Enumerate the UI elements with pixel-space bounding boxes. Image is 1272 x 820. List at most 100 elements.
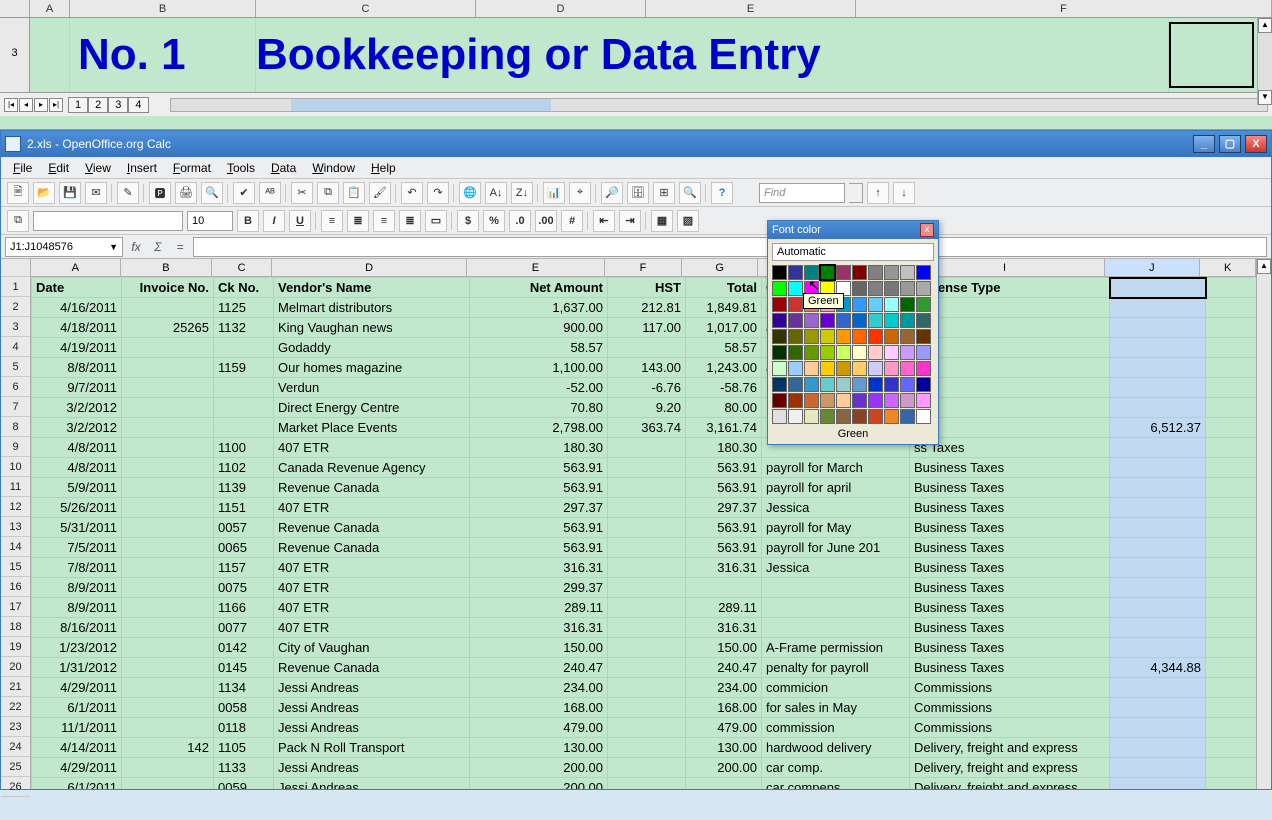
row-header[interactable]: 18 [1, 617, 30, 637]
color-swatch[interactable] [916, 409, 931, 424]
cell[interactable]: payroll for March [762, 458, 910, 478]
cell[interactable]: 0145 [214, 658, 274, 678]
cell[interactable] [1110, 518, 1206, 538]
cell[interactable] [1206, 558, 1257, 578]
cell[interactable] [1110, 678, 1206, 698]
cell[interactable]: 0142 [214, 638, 274, 658]
menu-help[interactable]: Help [363, 159, 404, 177]
chart-icon[interactable]: 📊 [543, 182, 565, 204]
row-header[interactable]: 8 [1, 417, 30, 437]
cell[interactable] [1206, 458, 1257, 478]
color-swatch[interactable] [788, 265, 803, 280]
cell[interactable]: 1166 [214, 598, 274, 618]
cell[interactable] [1206, 618, 1257, 638]
color-swatch[interactable] [900, 313, 915, 328]
email-icon[interactable]: ✉ [85, 182, 107, 204]
cell[interactable]: 58.57 [470, 338, 608, 358]
color-swatch[interactable] [868, 393, 883, 408]
cell[interactable] [608, 698, 686, 718]
cell[interactable] [1206, 718, 1257, 738]
zoom-icon[interactable]: 🔍 [679, 182, 701, 204]
cell[interactable] [1206, 658, 1257, 678]
save-icon[interactable]: 💾 [59, 182, 81, 204]
col-header-B[interactable]: B [121, 259, 213, 276]
cell[interactable] [608, 778, 686, 790]
find-prev-icon[interactable]: ↑ [867, 182, 889, 204]
cell[interactable]: 150.00 [686, 638, 762, 658]
color-swatch[interactable] [772, 265, 787, 280]
color-swatch[interactable] [916, 329, 931, 344]
cell[interactable] [122, 418, 214, 438]
cell[interactable] [122, 598, 214, 618]
cell[interactable]: 316.31 [470, 558, 608, 578]
nav-prev-icon[interactable]: ◂ [19, 98, 33, 112]
cell[interactable]: 3,161.74 [686, 418, 762, 438]
cell[interactable] [1110, 298, 1206, 318]
cell[interactable]: Revenue Canada [274, 658, 470, 678]
find-input[interactable]: Find [759, 183, 845, 203]
cell[interactable] [1110, 358, 1206, 378]
format-paint-icon[interactable]: 🖌 [369, 182, 391, 204]
font-size-select[interactable]: 10 [187, 211, 233, 231]
cell[interactable]: ng [910, 398, 1110, 418]
cell[interactable] [608, 518, 686, 538]
cell[interactable]: 1102 [214, 458, 274, 478]
color-swatch[interactable] [852, 361, 867, 376]
cell[interactable]: 143.00 [608, 358, 686, 378]
color-swatch[interactable] [804, 409, 819, 424]
help-icon[interactable]: ? [711, 182, 733, 204]
color-swatch[interactable] [916, 281, 931, 296]
cell[interactable] [122, 498, 214, 518]
cell[interactable] [608, 478, 686, 498]
col-header[interactable]: C [256, 0, 476, 17]
cell[interactable]: ss Taxes [910, 438, 1110, 458]
color-swatch[interactable] [772, 329, 787, 344]
color-swatch[interactable] [788, 377, 803, 392]
percent-icon[interactable]: % [483, 210, 505, 232]
cell[interactable]: 1125 [214, 298, 274, 318]
sheet-tab[interactable]: 2 [88, 97, 108, 113]
nav-first-icon[interactable]: |◂ [4, 98, 18, 112]
cell[interactable]: King Vaughan news [274, 318, 470, 338]
cell[interactable]: 117.00 [608, 318, 686, 338]
color-swatch[interactable] [868, 297, 883, 312]
header-cell[interactable]: HST [608, 278, 686, 298]
minimize-button[interactable]: _ [1193, 135, 1215, 153]
cell[interactable]: Business Taxes [910, 618, 1110, 638]
cell[interactable] [122, 698, 214, 718]
cell[interactable] [608, 338, 686, 358]
cell[interactable]: Pack N Roll Transport [274, 738, 470, 758]
maximize-button[interactable]: ▢ [1219, 135, 1241, 153]
cell[interactable]: Jessica [762, 558, 910, 578]
cell[interactable] [608, 498, 686, 518]
sheet-tab[interactable]: 1 [68, 97, 88, 113]
cell[interactable] [1110, 698, 1206, 718]
copy-icon[interactable]: ⧉ [317, 182, 339, 204]
cell[interactable]: 200.00 [470, 778, 608, 790]
cell[interactable] [1110, 458, 1206, 478]
find-dropdown-icon[interactable] [849, 183, 863, 203]
col-header-C[interactable]: C [212, 259, 272, 276]
hyperlink-icon[interactable]: 🌐 [459, 182, 481, 204]
color-swatch[interactable] [852, 409, 867, 424]
cell[interactable] [608, 678, 686, 698]
sum-icon[interactable]: Σ [149, 240, 167, 254]
cell[interactable] [214, 418, 274, 438]
cell[interactable]: 563.91 [470, 478, 608, 498]
cell[interactable]: 563.91 [686, 518, 762, 538]
sort-asc-icon[interactable]: A↓ [485, 182, 507, 204]
cell[interactable] [608, 578, 686, 598]
color-swatch[interactable] [900, 361, 915, 376]
titlebar[interactable]: 2.xls - OpenOffice.org Calc _ ▢ X [1, 131, 1271, 157]
cell[interactable]: 200.00 [686, 758, 762, 778]
cell[interactable] [122, 538, 214, 558]
cell[interactable]: -52.00 [470, 378, 608, 398]
color-swatch[interactable] [916, 361, 931, 376]
print-icon[interactable]: 🖨 [175, 182, 197, 204]
row-header[interactable]: 19 [1, 637, 30, 657]
cell[interactable] [608, 458, 686, 478]
color-swatch[interactable] [820, 313, 835, 328]
cell[interactable] [1206, 778, 1257, 790]
row-header[interactable]: 6 [1, 377, 30, 397]
edit-doc-icon[interactable]: ✎ [117, 182, 139, 204]
